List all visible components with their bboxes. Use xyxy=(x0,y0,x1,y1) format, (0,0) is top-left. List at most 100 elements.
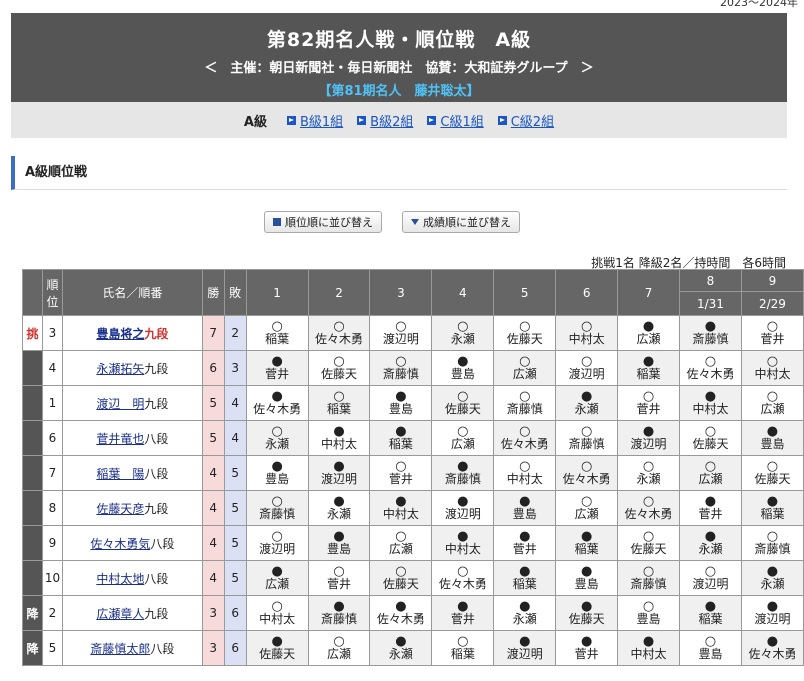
round-header: 4 xyxy=(431,269,495,316)
opponent-name: 佐々木勇 xyxy=(562,472,611,486)
game-result-cell: ● 広瀬 xyxy=(245,560,309,596)
class-nav-b2-link[interactable]: B級2組 xyxy=(357,111,413,130)
opponent-name: 渡辺明 xyxy=(692,577,729,591)
player-name-cell: 中村太地八段 xyxy=(61,560,203,596)
game-result-cell: ○ 佐藤天 xyxy=(369,560,433,596)
player-link[interactable]: 斎藤慎太郎 xyxy=(90,642,150,656)
opponent-name: 中村太 xyxy=(754,367,791,381)
player-link[interactable]: 佐藤天彦 xyxy=(96,502,144,516)
opponent-name: 稲葉 xyxy=(698,612,723,626)
game-result-cell: ○ 佐々木勇 xyxy=(617,490,680,526)
opponent-name: 中村太 xyxy=(692,402,729,416)
sort-by-record-button[interactable]: 成績順に並び替え xyxy=(402,211,520,233)
round-date: 1/31 xyxy=(679,291,742,316)
player-name-cell: 広瀬章人九段 xyxy=(61,595,203,631)
opponent-name: 稲葉 xyxy=(512,577,537,591)
loss-count: 5 xyxy=(223,455,247,491)
game-result-cell: ● 佐藤天 xyxy=(245,630,309,666)
player-name-cell: 稲葉 陽八段 xyxy=(61,455,203,491)
opponent-name: 永瀬 xyxy=(388,647,413,661)
game-result-cell: ● 中村太 xyxy=(369,490,433,526)
game-result-cell: ○ 佐藤天 xyxy=(307,350,371,386)
player-link[interactable]: 佐々木勇気 xyxy=(90,537,150,551)
class-nav-b1-link[interactable]: B級1組 xyxy=(286,111,343,130)
loss-count: 5 xyxy=(223,560,247,596)
season-note: 2023〜2024年 xyxy=(720,0,798,9)
opponent-name: 佐藤天 xyxy=(754,472,791,486)
opponent-name: 豊島 xyxy=(512,507,537,521)
sort-controls: 順位順に並び替え 成績順に並び替え xyxy=(264,211,520,233)
opponent-name: 菅井 xyxy=(698,507,723,521)
opponent-name: 佐藤天 xyxy=(382,577,419,591)
game-result-cell: ○ 広瀬 xyxy=(555,490,619,526)
arrow-box-icon xyxy=(427,115,437,125)
game-result-cell: ● 渡辺明 xyxy=(431,490,495,526)
game-result-cell: ○ 佐藤天 xyxy=(431,385,495,421)
table-row: 9 佐々木勇気八段 4 5 ○ 渡辺明 ● 豊島 ○ 広瀬 ● 中村太 ● 菅井 ● 稲葉 ○ 佐藤天 ● 永瀬 ○ 斎藤… xyxy=(22,525,804,561)
table-row: 10 中村太地八段 4 5 ● 広瀬 ○ 菅井 ○ 佐藤天 ○ 佐々木勇 ● 稲葉 ● 豊島 ○ 斎藤慎 ○ 渡辺明 ●… xyxy=(22,560,804,596)
opponent-name: 菅井 xyxy=(512,542,537,556)
opponent-name: 佐々木勇 xyxy=(315,332,364,346)
table-row: 挑 3 豊島将之九段 7 2 ○ 稲葉 ○ 佐々木勇 ○ 渡辺明 ○ 永瀬 ○ 佐藤天 ○ 中村太 ● 広瀬 ● 斎藤慎… xyxy=(22,315,804,351)
opponent-name: 稲葉 xyxy=(265,332,290,346)
player-link[interactable]: 永瀬拓矢 xyxy=(96,362,144,376)
win-count: 6 xyxy=(201,350,225,386)
opponent-name: 佐藤天 xyxy=(506,332,543,346)
class-nav-current: A級 xyxy=(243,114,267,130)
player-name-cell: 渡辺 明九段 xyxy=(61,385,203,421)
opponent-name: 菅井 xyxy=(327,577,352,591)
player-link[interactable]: 稲葉 陽 xyxy=(96,467,144,481)
player-link[interactable]: 渡辺 明 xyxy=(96,397,144,411)
table-row: 7 稲葉 陽八段 4 5 ● 豊島 ● 渡辺明 ○ 菅井 ● 斎藤慎 ○ 中村太 ○ 佐々木勇 ○ 永瀬 ○ 広瀬 ○ 佐… xyxy=(22,455,804,491)
round-header: 3 xyxy=(369,269,433,316)
opponent-name: 広瀬 xyxy=(327,647,352,661)
player-name-cell: 斎藤慎太郎八段 xyxy=(61,630,203,666)
opponent-name: 永瀬 xyxy=(574,402,599,416)
player-link[interactable]: 広瀬章人 xyxy=(96,607,144,621)
game-result-cell: ● 中村太 xyxy=(679,385,742,421)
class-nav-c2-link[interactable]: C級2組 xyxy=(497,111,554,130)
opponent-name: 渡辺明 xyxy=(630,437,667,451)
opponent-name: 広瀬 xyxy=(450,437,475,451)
arrow-box-icon xyxy=(497,115,507,125)
opponent-name: 斎藤慎 xyxy=(259,507,296,521)
status-badge: 挑 xyxy=(22,315,43,351)
table-row: 1 渡辺 明九段 5 4 ● 佐々木勇 ○ 稲葉 ● 豊島 ○ 佐藤天 ○ 斎藤慎 ● 永瀬 ○ 菅井 ● 中村太 ○ 広… xyxy=(22,385,804,421)
table-row: 降 5 斎藤慎太郎八段 3 6 ● 佐藤天 ○ 広瀬 ● 永瀬 ○ 稲葉 ● 渡辺明 ● 菅井 ● 中村太 ○ 豊島 ● 佐… xyxy=(22,630,804,666)
opponent-name: 斎藤慎 xyxy=(754,542,791,556)
status-badge xyxy=(22,560,43,596)
loss-count: 5 xyxy=(223,525,247,561)
player-rank: 八段 xyxy=(150,536,175,551)
class-nav-c1-link[interactable]: C級1組 xyxy=(427,111,484,130)
game-result-cell: ○ 広瀬 xyxy=(369,525,433,561)
opponent-name: 斎藤慎 xyxy=(692,332,729,346)
ranking-table: 順位 氏名／順番 勝 敗 1 2 3 4 5 6 7 8 9 1/31 2/29… xyxy=(22,269,804,666)
game-result-cell: ● 稲葉 xyxy=(679,595,742,631)
status-header xyxy=(22,269,43,316)
game-result-cell: ○ 佐藤天 xyxy=(617,525,680,561)
game-result-cell: ● 斎藤慎 xyxy=(307,595,371,631)
opponent-name: 広瀬 xyxy=(698,472,723,486)
game-result-cell: ● 稲葉 xyxy=(617,350,680,386)
seq-cell: 1 xyxy=(41,385,63,421)
opponent-name: 渡辺明 xyxy=(444,507,481,521)
player-link[interactable]: 中村太地 xyxy=(96,572,144,586)
player-rank: 八段 xyxy=(150,641,175,656)
win-count: 4 xyxy=(201,490,225,526)
status-badge: 降 xyxy=(22,630,43,666)
game-result-cell: ○ 斎藤慎 xyxy=(617,560,680,596)
opponent-name: 佐藤天 xyxy=(692,437,729,451)
player-rank: 八段 xyxy=(144,431,169,446)
opponent-name: 佐々木勇 xyxy=(748,647,797,661)
player-link[interactable]: 菅井竜也 xyxy=(96,432,144,446)
champion-line: 【第81期名人 藤井聡太】 xyxy=(318,84,480,99)
opponent-name: 永瀬 xyxy=(760,577,785,591)
game-result-cell: ○ 中村太 xyxy=(740,350,804,386)
opponent-name: 広瀬 xyxy=(574,507,599,521)
sort-by-seq-button[interactable]: 順位順に並び替え xyxy=(264,211,382,233)
game-result-cell: ○ 永瀬 xyxy=(617,455,680,491)
table-row: 8 佐藤天彦九段 4 5 ○ 斎藤慎 ● 永瀬 ● 中村太 ● 渡辺明 ● 豊島 ○ 広瀬 ○ 佐々木勇 ● 菅井 ● 稲… xyxy=(22,490,804,526)
game-result-cell: ○ 佐藤天 xyxy=(740,455,804,491)
game-result-cell: ● 菅井 xyxy=(493,525,557,561)
player-link[interactable]: 豊島将之 xyxy=(96,327,144,341)
